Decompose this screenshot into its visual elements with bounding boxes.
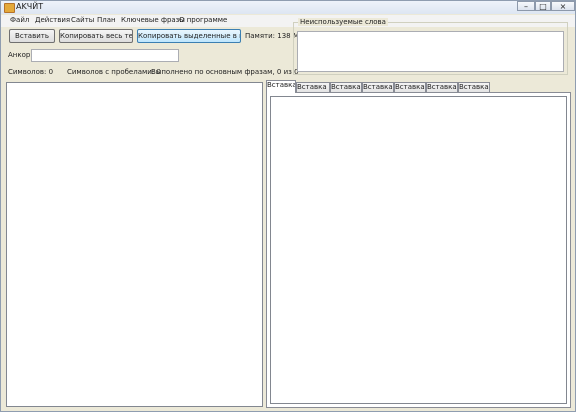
menu-about[interactable]: О программе xyxy=(179,16,227,24)
tab-insert-7[interactable]: Вставка 7 xyxy=(458,82,490,92)
tab-insert-5[interactable]: Вставка 5 xyxy=(394,82,426,92)
menu-plan[interactable]: План xyxy=(97,16,116,24)
app-window: AKЧЙТ – □ × Файл Действия Сайты План Клю… xyxy=(0,0,576,412)
unused-words-title: Неиспользуемые слова xyxy=(298,18,388,26)
copy-all-text-button[interactable]: Копировать весь текст xyxy=(59,29,133,43)
window-title: AKЧЙТ xyxy=(16,2,44,11)
unused-words-group: Неиспользуемые слова xyxy=(293,18,568,75)
main-text-area[interactable] xyxy=(6,82,263,407)
menu-actions[interactable]: Действия xyxy=(35,16,70,24)
menu-key-phrases[interactable]: Ключевые фразы xyxy=(121,16,185,24)
anchor-label: Анкор: xyxy=(8,51,33,59)
symbols-count: Символов: 0 xyxy=(8,68,54,76)
unused-words-box[interactable] xyxy=(297,31,564,72)
copy-selected-button[interactable]: Копировать выделенные в вкладке xyxy=(137,29,241,43)
tab-insert-6[interactable]: Вставка 6 xyxy=(426,82,458,92)
tab-insert-3[interactable]: Вставка 3 xyxy=(330,82,362,92)
menu-file[interactable]: Файл xyxy=(10,16,29,24)
app-icon xyxy=(4,3,15,13)
anchor-input[interactable] xyxy=(31,49,179,62)
tab-insert-1[interactable]: Вставка xyxy=(266,80,296,93)
title-bar: AKЧЙТ – □ × xyxy=(1,1,575,14)
paste-button[interactable]: Вставить xyxy=(9,29,55,43)
close-button[interactable]: × xyxy=(551,1,575,11)
tab-panel xyxy=(266,92,571,408)
tab-insert-2[interactable]: Вставка 2 xyxy=(296,82,330,92)
tab-text-area[interactable] xyxy=(270,96,567,404)
tab-insert-4[interactable]: Вставка 4 xyxy=(362,82,394,92)
minimize-button[interactable]: – xyxy=(517,1,535,11)
overall-progress-label: Выполнено по основным фразам, 0 из 0 xyxy=(151,68,299,76)
maximize-button[interactable]: □ xyxy=(535,1,551,11)
symbols-with-spaces-count: Символов с пробелами: 0 xyxy=(67,68,161,76)
menu-sites[interactable]: Сайты xyxy=(71,16,94,24)
